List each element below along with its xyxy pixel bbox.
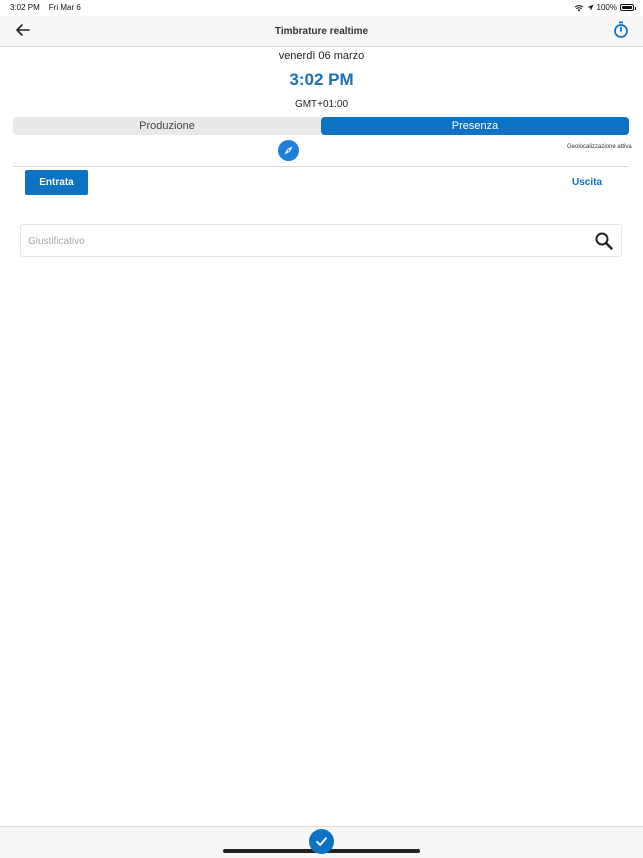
giustificativo-input[interactable] (28, 233, 568, 249)
geolocation-status: Geolocalizzazione attiva (567, 144, 632, 150)
current-date: venerdì 06 marzo (278, 50, 365, 62)
compass-icon (278, 140, 299, 161)
checkmark-icon (316, 837, 327, 846)
wifi-icon (574, 4, 583, 11)
status-date: Fri Mar 6 (48, 3, 81, 12)
nav-bar: Timbrature realtime (0, 16, 643, 47)
battery-icon (620, 4, 636, 11)
mode-segmented-control: Produzione Presenza (13, 117, 629, 135)
page-title: Timbrature realtime (274, 26, 369, 37)
status-bar: 3:02 PM Fri Mar 6 100% (0, 0, 643, 16)
timezone: GMT+01:00 (294, 99, 349, 110)
location-arrow-icon (586, 4, 594, 11)
status-time: 3:02 PM (10, 3, 40, 12)
segment-produzione[interactable]: Produzione (13, 117, 321, 135)
stopwatch-icon (614, 21, 628, 38)
search-icon (595, 232, 613, 250)
segment-presenza[interactable]: Presenza (321, 117, 629, 135)
uscita-button[interactable]: Uscita (562, 170, 612, 195)
battery-percent: 100% (596, 3, 617, 12)
giustificativo-search-box (20, 224, 622, 257)
timer-button[interactable] (612, 20, 630, 40)
current-time: 3:02 PM (289, 70, 354, 89)
confirm-button[interactable] (309, 829, 334, 854)
search-button[interactable] (594, 231, 614, 251)
entrata-button[interactable]: Entrata (25, 170, 88, 195)
divider (13, 166, 629, 167)
